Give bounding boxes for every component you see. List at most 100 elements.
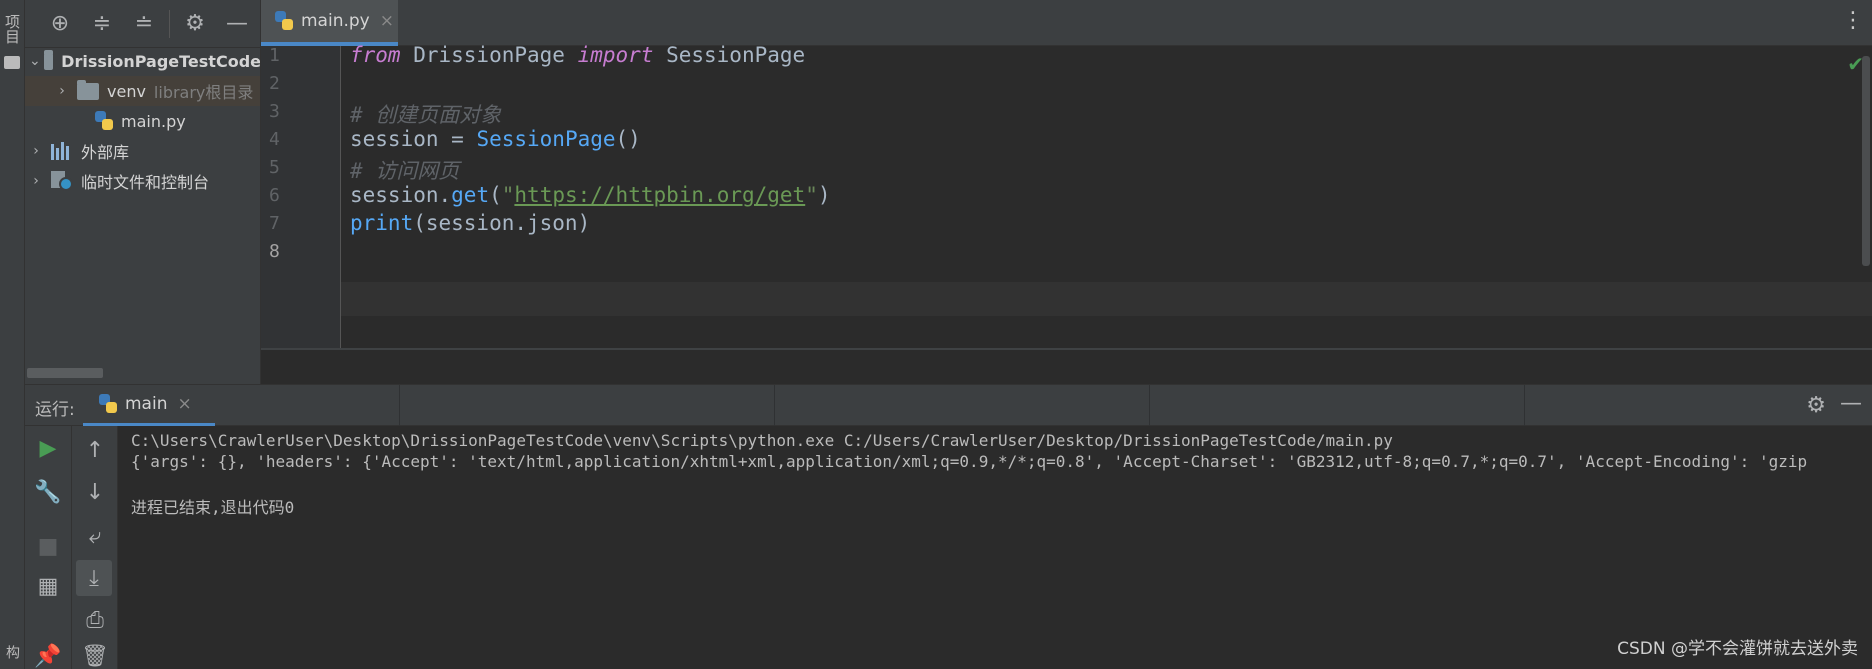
run-bar-divider bbox=[1149, 385, 1150, 427]
line-number: 3 bbox=[269, 101, 280, 122]
chevron-right-icon[interactable]: › bbox=[29, 173, 43, 189]
crosshair-icon[interactable]: ⊕ bbox=[39, 6, 81, 42]
code-text: session = bbox=[350, 127, 477, 151]
project-folder-icon bbox=[4, 56, 20, 69]
console-line: 进程已结束,退出代码0 bbox=[131, 498, 295, 517]
console-line: {'args': {}, 'headers': {'Accept': 'text… bbox=[131, 452, 1808, 471]
code-line-4[interactable]: session = SessionPage() bbox=[350, 127, 641, 151]
console-output[interactable]: C:\Users\CrawlerUser\Desktop\DrissionPag… bbox=[118, 426, 1872, 669]
function-name: get bbox=[451, 183, 490, 207]
minimize-icon[interactable]: — bbox=[1840, 391, 1862, 416]
print-icon[interactable]: ⎙ bbox=[72, 602, 118, 638]
code-text: (session.json) bbox=[413, 211, 591, 235]
gear-icon[interactable]: ⚙ bbox=[1806, 393, 1826, 418]
code-line-7[interactable]: print(session.json) bbox=[350, 211, 590, 235]
minimize-icon[interactable]: — bbox=[216, 6, 258, 42]
url-link[interactable]: https://httpbin.org/get bbox=[514, 183, 805, 207]
run-tab-main[interactable]: main × bbox=[83, 385, 215, 427]
tree-item-label: 外部库 bbox=[81, 143, 130, 162]
code-text: () bbox=[615, 127, 641, 151]
code-editor[interactable]: from DrissionPage import SessionPage # 创… bbox=[341, 43, 1872, 350]
structure-tool-label[interactable]: 构 bbox=[2, 645, 22, 659]
project-horizontal-scrollbar[interactable] bbox=[27, 368, 103, 378]
gear-icon[interactable]: ⚙ bbox=[174, 6, 216, 42]
keyword-from: from bbox=[350, 43, 401, 67]
module-name: DrissionPage bbox=[400, 43, 578, 67]
editor-vertical-scrollbar[interactable] bbox=[1862, 56, 1870, 266]
toolbar-divider bbox=[169, 9, 170, 38]
trash-icon[interactable]: 🗑 bbox=[72, 638, 118, 669]
run-tab-label: main bbox=[125, 394, 168, 414]
tree-item-label: DrissionPageTestCode bbox=[61, 51, 261, 71]
scroll-to-end-icon[interactable]: ⤓ bbox=[76, 560, 112, 596]
run-label: 运行: bbox=[35, 400, 75, 420]
pin-icon[interactable]: 📌 bbox=[25, 638, 71, 669]
line-number: 7 bbox=[269, 213, 280, 234]
python-file-icon bbox=[95, 111, 113, 131]
collapse-all-icon[interactable]: ≐ bbox=[123, 6, 165, 42]
tree-item-scratches[interactable]: › 临时文件和控制台 bbox=[25, 166, 260, 196]
close-icon[interactable]: × bbox=[177, 394, 191, 414]
tree-item-hint: library根目录 bbox=[153, 83, 254, 102]
comment: # 创建页面对象 bbox=[350, 103, 502, 127]
code-line-5[interactable]: # 访问网页 bbox=[350, 155, 459, 185]
python-icon bbox=[99, 394, 117, 414]
folder-icon bbox=[44, 49, 54, 70]
close-icon[interactable]: × bbox=[380, 11, 394, 31]
console-line: C:\Users\CrawlerUser\Desktop\DrissionPag… bbox=[131, 431, 1393, 450]
tree-item-label: 临时文件和控制台 bbox=[81, 173, 210, 192]
console-side-toolbar: ↑ ↓ ⤶ ⤓ ⎙ 🗑 bbox=[72, 426, 118, 669]
soft-wrap-icon[interactable]: ⤶ bbox=[72, 518, 118, 554]
code-line-3[interactable]: # 创建页面对象 bbox=[350, 99, 501, 129]
project-tool-label[interactable]: 项目 bbox=[2, 14, 23, 44]
tree-item-external-libraries[interactable]: › 外部库 bbox=[25, 136, 260, 166]
code-line-6[interactable]: session.get("https://httpbin.org/get") bbox=[350, 183, 831, 207]
run-bar-divider bbox=[1524, 385, 1525, 427]
more-vertical-icon[interactable]: ⋮ bbox=[1842, 10, 1864, 32]
folder-icon bbox=[77, 79, 99, 100]
rerun-icon[interactable]: ▶ bbox=[25, 430, 71, 466]
line-number-gutter[interactable]: 1 2 3 4 5 6 7 8 bbox=[261, 45, 341, 350]
arrow-up-icon[interactable]: ↑ bbox=[72, 432, 118, 468]
scratches-icon bbox=[51, 171, 73, 191]
python-file-icon bbox=[275, 11, 293, 31]
tree-item-venv[interactable]: › venv library根目录 bbox=[25, 76, 260, 106]
tree-item-label: main.py bbox=[121, 111, 186, 131]
tab-label: main.py bbox=[301, 11, 370, 31]
chevron-right-icon[interactable]: › bbox=[55, 83, 69, 99]
line-number: 6 bbox=[269, 185, 280, 206]
tab-main-py[interactable]: main.py × bbox=[261, 0, 398, 46]
run-bar-divider bbox=[399, 385, 400, 427]
code-text: ( bbox=[489, 183, 502, 207]
project-panel: ⊕ ≑ ≐ ⚙ — ⌄ DrissionPageTestCode › venv … bbox=[25, 0, 261, 384]
tree-item-label: venv bbox=[107, 81, 146, 101]
keyword-import: import bbox=[577, 43, 654, 67]
tree-item-main-py[interactable]: main.py bbox=[25, 106, 260, 136]
code-text: session. bbox=[350, 183, 452, 207]
line-number: 1 bbox=[269, 45, 280, 66]
chevron-down-icon[interactable]: ⌄ bbox=[29, 53, 41, 69]
editor-tab-bar: main.py × ⋮ bbox=[261, 0, 1872, 46]
string-quote: " bbox=[501, 183, 515, 207]
chevron-right-icon[interactable]: › bbox=[29, 143, 43, 159]
watermark-text: CSDN @学不会灌饼就去送外卖 bbox=[1617, 639, 1858, 659]
line-number: 5 bbox=[269, 157, 280, 178]
stop-icon[interactable]: ■ bbox=[25, 528, 71, 564]
tree-item-project-root[interactable]: ⌄ DrissionPageTestCode bbox=[25, 46, 261, 76]
import-name: SessionPage bbox=[653, 43, 806, 67]
line-number: 2 bbox=[269, 73, 280, 94]
arrow-down-icon[interactable]: ↓ bbox=[72, 474, 118, 510]
code-line-1[interactable]: from DrissionPage import SessionPage bbox=[350, 43, 805, 67]
string-quote: " bbox=[805, 183, 818, 207]
function-name: SessionPage bbox=[476, 127, 616, 151]
editor-bottom-area bbox=[261, 348, 1872, 384]
left-tool-strip: 项目 构 bbox=[0, 0, 25, 669]
comment: # 访问网页 bbox=[350, 159, 460, 183]
library-icon bbox=[51, 142, 73, 160]
run-bar-divider bbox=[774, 385, 775, 427]
run-toolbar: 运行: main × ⚙ — bbox=[25, 384, 1872, 427]
function-name: print bbox=[350, 211, 414, 235]
layout-icon[interactable]: ▦ bbox=[25, 568, 71, 604]
wrench-icon[interactable]: 🔧 bbox=[25, 474, 71, 510]
expand-all-icon[interactable]: ≑ bbox=[81, 6, 123, 42]
